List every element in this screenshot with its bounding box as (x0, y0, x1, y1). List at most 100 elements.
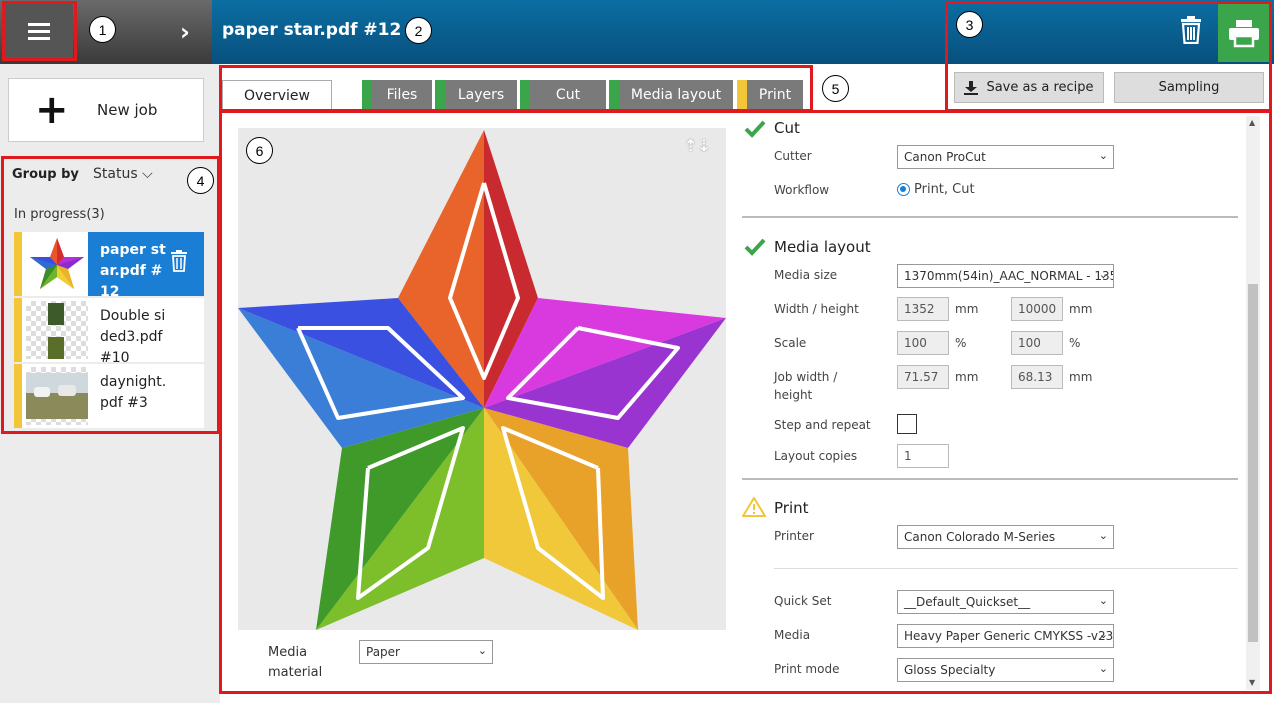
download-icon (964, 80, 979, 95)
cutter-select[interactable]: Canon ProCut ⌄ (897, 145, 1114, 169)
media-width-input[interactable]: 1352 (897, 297, 949, 321)
unit-label: % (955, 336, 967, 350)
unit-label: mm (955, 302, 979, 316)
media-size-value: 1370mm(54in)_AAC_NORMAL - 135 (904, 269, 1114, 283)
step-repeat-checkbox[interactable] (897, 414, 917, 434)
status-flag (520, 80, 530, 110)
media-select[interactable]: Heavy Paper Generic CMYKSS -v230 ⌄ (897, 624, 1114, 648)
job-name: paper star.pdf #12 (100, 242, 166, 300)
tab-label: Media layout (630, 87, 722, 103)
printer-label: Printer (774, 529, 814, 543)
trash-icon (1181, 16, 1201, 45)
status-bar (14, 298, 22, 362)
status-flag (362, 80, 372, 110)
chevron-down-icon: ⌄ (1098, 628, 1108, 641)
callout-4: 4 (187, 167, 214, 194)
job-thumbnail (26, 235, 88, 293)
chevron-down-icon: ⌄ (1098, 149, 1108, 162)
tab-label: Cut (555, 87, 581, 103)
media-material-label: Media material (268, 645, 323, 680)
workflow-radio[interactable] (897, 183, 910, 196)
check-icon (744, 238, 766, 256)
menu-button[interactable] (5, 4, 73, 58)
sampling-button[interactable]: Sampling (1114, 72, 1264, 103)
sort-arrows-icon[interactable]: ⇡⇣ (684, 136, 711, 155)
unit-label: mm (1069, 370, 1093, 384)
delete-job-button[interactable] (1178, 16, 1204, 48)
layout-copies-label: Layout copies (774, 449, 858, 463)
chevron-down-icon: ⌄ (1098, 268, 1108, 281)
status-flag (737, 80, 747, 110)
media-material-select[interactable]: Paper ⌄ (359, 640, 493, 664)
step-repeat-label: Step and repeat (774, 418, 871, 432)
layout-copies-input[interactable]: 1 (897, 444, 949, 468)
tab-media-layout[interactable]: Media layout (609, 80, 733, 110)
scrollbar-thumb[interactable] (1248, 284, 1258, 642)
trash-icon[interactable] (170, 250, 188, 272)
printer-select[interactable]: Canon Colorado M-Series ⌄ (897, 525, 1114, 549)
group-by-value: Status (93, 166, 138, 182)
tab-print[interactable]: Print (737, 80, 803, 110)
save-as-recipe-button[interactable]: Save as a recipe (954, 72, 1104, 103)
divider (774, 568, 1238, 569)
print-section-title: Print (774, 499, 809, 517)
job-height-input[interactable]: 68.13 (1011, 365, 1063, 389)
chevron-right-icon[interactable]: › (180, 18, 190, 46)
media-label: Media (774, 628, 811, 642)
job-list-item[interactable]: paper star.pdf #12 (14, 232, 204, 300)
tab-label: Overview (244, 87, 310, 104)
print-mode-label: Print mode (774, 662, 840, 676)
group-by: Group by Status ⌵ (12, 166, 153, 182)
printer-icon (1229, 20, 1259, 48)
job-name: daynight.pdf #3 (100, 374, 167, 411)
job-name: Double sided3.pdf #10 (100, 308, 166, 366)
new-job-button[interactable]: + New job (8, 78, 204, 142)
tab-label: Print (758, 87, 792, 103)
group-by-select[interactable]: Status ⌵ (93, 166, 153, 182)
print-mode-select[interactable]: Gloss Specialty ⌄ (897, 658, 1114, 682)
job-width-input[interactable]: 71.57 (897, 365, 949, 389)
cut-section-title: Cut (774, 119, 800, 137)
plus-icon: + (35, 87, 69, 133)
media-size-select[interactable]: 1370mm(54in)_AAC_NORMAL - 135 ⌄ (897, 264, 1114, 288)
chevron-down-icon: ⌄ (477, 644, 487, 657)
callout-5: 5 (822, 75, 849, 102)
job-width-height-label: Job width / height (774, 370, 838, 402)
scroll-up-icon[interactable]: ▲ (1249, 118, 1255, 127)
scale-label: Scale (774, 336, 807, 350)
tab-layers[interactable]: Layers (435, 80, 517, 110)
tab-files[interactable]: Files (362, 80, 432, 110)
chevron-down-icon: ⌄ (1098, 529, 1108, 542)
scale-y-input[interactable]: 100 (1011, 331, 1063, 355)
save-recipe-label: Save as a recipe (986, 80, 1094, 95)
job-list-item[interactable]: Double sided3.pdf #10 (14, 298, 204, 366)
media-height-input[interactable]: 10000 (1011, 297, 1063, 321)
hamburger-icon (28, 19, 50, 44)
unit-label: % (1069, 336, 1081, 350)
sampling-label: Sampling (1158, 80, 1220, 95)
width-height-label: Width / height (774, 302, 859, 316)
callout-6: 6 (246, 137, 273, 164)
workflow-label: Workflow (774, 183, 830, 197)
media-material-value: Paper (366, 645, 400, 659)
tab-overview[interactable]: Overview (222, 80, 332, 110)
job-preview (238, 128, 726, 630)
tab-cut[interactable]: Cut (520, 80, 606, 110)
chevron-down-icon: ⌵ (142, 166, 153, 182)
print-button[interactable] (1218, 4, 1270, 62)
new-job-label: New job (97, 101, 158, 119)
unit-label: mm (1069, 302, 1093, 316)
scale-x-input[interactable]: 100 (897, 331, 949, 355)
quickset-value: __Default_Quickset__ (904, 595, 1031, 609)
scroll-down-icon[interactable]: ▼ (1249, 678, 1255, 687)
media-size-label: Media size (774, 268, 838, 282)
check-icon (744, 120, 766, 138)
unit-label: mm (955, 370, 979, 384)
warning-icon (742, 497, 766, 517)
job-title: paper star.pdf #12 (222, 20, 402, 40)
callout-2: 2 (405, 17, 432, 44)
cutter-label: Cutter (774, 149, 812, 163)
job-list-item[interactable]: daynight.pdf #3 (14, 364, 204, 428)
quickset-select[interactable]: __Default_Quickset__ ⌄ (897, 590, 1114, 614)
printer-value: Canon Colorado M-Series (904, 530, 1056, 544)
